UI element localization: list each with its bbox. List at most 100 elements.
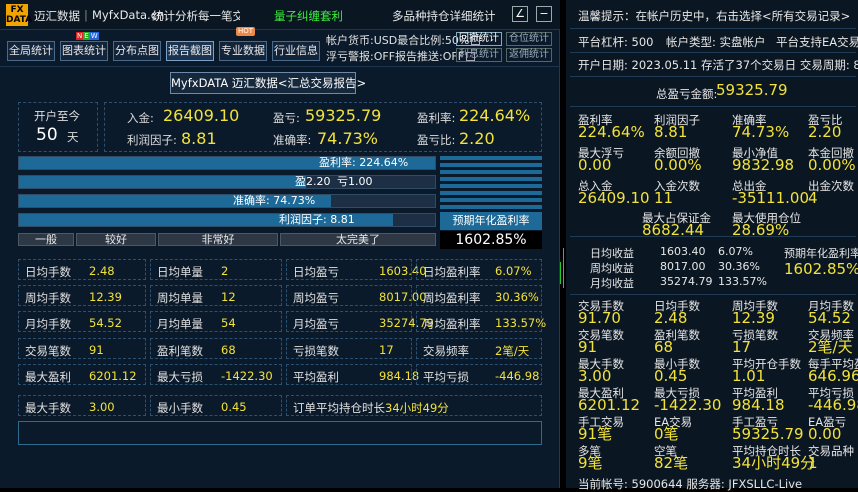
stat-value: 2.48 [89, 264, 115, 278]
income-label: 日均收益 [590, 247, 634, 260]
edit-icon[interactable]: ∠ [512, 6, 528, 22]
side-stat-value: 3.00 [578, 367, 612, 385]
rate-bar: 盈利率: 224.64% [18, 156, 436, 170]
stat-value: 17 [379, 343, 394, 357]
rate-value: 224.64% [459, 106, 531, 125]
stat-cell: 月均盈亏 35274.79 [286, 311, 434, 332]
stat-cell: 平均盈利 984.18 [286, 364, 419, 385]
stat-cell: 周均盈亏 8017.00 [286, 285, 427, 306]
stat-value: 54 [221, 316, 236, 330]
stat-cell: 日均单量 2 [150, 259, 282, 280]
side-stat-value: 0.45 [654, 367, 688, 385]
stat-cell: 月均盈利率 133.57% [416, 311, 546, 332]
global-stats-button[interactable]: 全局统计 [7, 41, 55, 61]
profit-value: 59325.79 [305, 106, 382, 125]
win-bar: 准确率: 74.73% [18, 194, 436, 208]
side-stat-value: 91.70 [578, 309, 621, 327]
highlight-link[interactable]: 量子纠缠套利 [274, 8, 343, 24]
stat-label: 盈利笔数 [157, 344, 203, 358]
side-stat-value: 26409.10 [578, 189, 650, 207]
stat-cell: 最大亏损 -1422.30 [150, 364, 282, 385]
stat-label: 交易频率 [423, 344, 469, 358]
stat-label: 最大亏损 [157, 370, 203, 384]
days-count: 50 [36, 125, 58, 145]
scatter-button[interactable]: 分布点图 [113, 41, 161, 61]
side-stat-value: 0笔 [654, 425, 679, 443]
side-stat-value: 9832.98 [732, 156, 795, 174]
side-stat-value: 11 [654, 189, 674, 207]
report-screenshot-button[interactable]: 报告截图 [166, 41, 214, 61]
side-stat-value: 646.96 [808, 367, 858, 385]
stat-label: 月均盈亏 [293, 317, 339, 331]
stat-cell: 平均亏损 -446.98 [416, 364, 542, 385]
stat-value: -1422.30 [221, 369, 273, 383]
pro-data-button[interactable]: 专业数据 [219, 41, 267, 61]
minimize-icon[interactable]: − [536, 6, 552, 22]
side-stat-value: 9笔 [578, 454, 603, 472]
stat-label: 周均盈亏 [293, 291, 339, 305]
title-bar: FXDATA 迈汇数据 | MyfxData.cn 统计分析每一笔交易 量子纠缠… [0, 0, 560, 30]
alert-option[interactable]: 浮亏警报:OFF报告推送:OFF [326, 48, 476, 64]
stat-value: 133.57% [495, 316, 547, 330]
income-label: 周均收益 [590, 262, 634, 275]
avg-hold-cell: 订单平均持仓时长 34小时49分 [286, 395, 542, 416]
annual-chart-stripes [440, 156, 542, 212]
side-stat-value: 68 [654, 338, 674, 356]
stat-label: 平均盈利 [293, 370, 339, 384]
factor-bar: 利润因子: 8.81 [18, 213, 436, 227]
status-box [18, 421, 542, 445]
stat-value: 91 [89, 343, 104, 357]
stat-cell: 周均盈利率 30.36% [416, 285, 542, 306]
right-annual-value: 1602.85% [784, 260, 858, 278]
summary-panel: 入金: 26409.10 盈亏: 59325.79 盈利率: 224.64% 利… [104, 102, 542, 152]
stat-label: 日均盈利率 [423, 265, 481, 279]
grade-perfect: 太完美了 [280, 233, 436, 246]
stat-cell: 月均手数 54.52 [18, 311, 146, 332]
side-stat-value: 54.52 [808, 309, 851, 327]
ratio-value: 2.20 [459, 129, 495, 148]
stat-label: 周均手数 [25, 291, 71, 305]
stat-value: 2笔/天 [495, 344, 530, 358]
side-info-panel: 温馨提示：在帐户历史中，右击选择<所有交易记录> 平台杠杆: 500 帐户类型:… [566, 0, 858, 491]
side-stat-value: 2.48 [654, 309, 688, 327]
side-stat-value: 59325.79 [732, 425, 804, 443]
stat-value: 3.00 [89, 400, 115, 414]
account-footer: 当前帐号: 5900644 服务器: JFXSLLC-Live [578, 477, 803, 491]
stat-cell: 日均盈亏 1603.40 [286, 259, 427, 280]
side-stat-value: 2.20 [808, 123, 842, 141]
stat-label: 最大手数 [25, 401, 71, 415]
stat-label: 最小手数 [157, 401, 203, 415]
rebate-stats-button[interactable]: 返佣统计 [506, 48, 552, 62]
interest-stats-button[interactable]: 利息统计 [456, 48, 502, 62]
annual-label: 预期年化盈利率 [440, 212, 542, 230]
grade-very-good: 非常好 [158, 233, 278, 246]
stat-label: 日均手数 [25, 265, 71, 279]
side-stat-value: 6201.12 [578, 396, 641, 414]
income-value: 6.07% [718, 245, 753, 258]
side-stat-value: 91笔 [578, 425, 613, 443]
industry-info-button[interactable]: 行业信息 [272, 41, 320, 61]
win-value: 74.73% [317, 129, 379, 148]
stat-cell: 月均单量 54 [150, 311, 282, 332]
deposit-value: 26409.10 [163, 106, 240, 125]
position-stats-button[interactable]: 仓位统计 [506, 32, 552, 46]
hot-badge: HOT [236, 27, 256, 36]
stat-cell: 最大盈利 6201.12 [18, 364, 146, 385]
factor-value: 8.81 [181, 129, 217, 148]
stat-value: 12.39 [89, 290, 122, 304]
report-title: MyfxDATA 迈汇数据<汇总交易报告> [170, 72, 366, 94]
side-stat-value: 17 [732, 338, 752, 356]
income-value: 35274.79 [660, 275, 713, 288]
side-stat-value: 91 [578, 338, 598, 356]
income-value: 30.36% [718, 260, 760, 273]
side-stat-value: 34小时49分 [732, 454, 816, 472]
stat-cell: 周均手数 12.39 [18, 285, 146, 306]
grade-fair: 一般 [18, 233, 74, 246]
side-stat-value: 8.81 [654, 123, 688, 141]
new-badge: NEW [76, 32, 99, 40]
drawdown-stats-button[interactable]: 回撤统计 [456, 32, 502, 46]
grade-good: 较好 [76, 233, 156, 246]
stat-label: 月均单量 [157, 317, 203, 331]
chart-stats-button[interactable]: 图表统计 [60, 41, 108, 61]
side-stat-value: 74.73% [732, 123, 790, 141]
